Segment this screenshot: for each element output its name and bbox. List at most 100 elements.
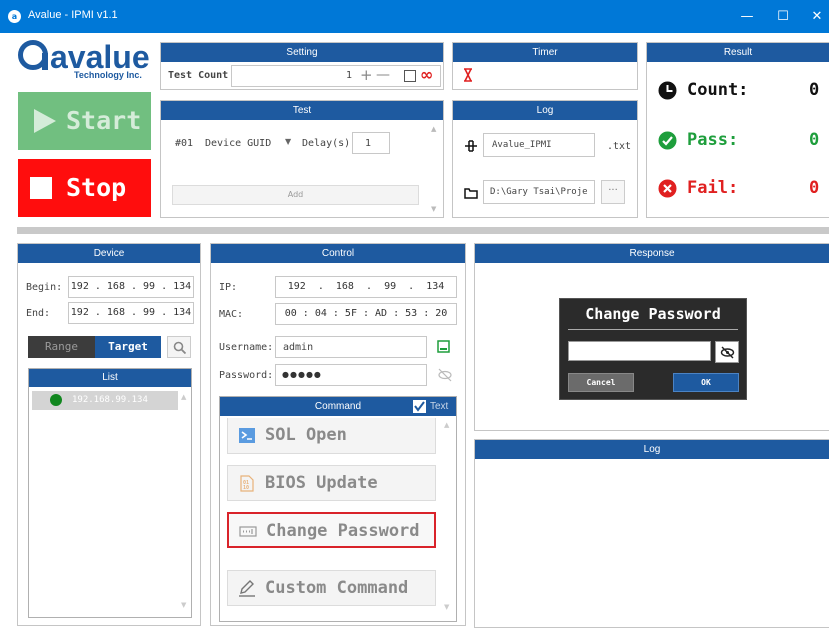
hourglass-icon (464, 68, 472, 82)
password-label: Password: (219, 370, 274, 381)
begin-ip-octet: 192 (70, 281, 89, 292)
username-input[interactable]: admin (275, 336, 427, 358)
begin-ip-input[interactable]: 192 . 168 . 99 . 134 (68, 276, 194, 298)
scroll-up-icon: ▲ (181, 393, 187, 401)
end-ip-input[interactable]: 192 . 168 . 99 . 134 (68, 302, 194, 324)
command-dropdown[interactable]: Device GUID ▼ (201, 132, 297, 154)
log-panel: Log (474, 439, 829, 628)
command-dropdown-value: Device GUID (205, 138, 272, 149)
scroll-down-icon: ▼ (444, 603, 450, 611)
search-button[interactable] (167, 336, 191, 358)
begin-ip-octet: 134 (173, 281, 192, 292)
ip-input[interactable]: 192 . 168 . 99 . 134 (275, 276, 457, 298)
dialog-password-input[interactable] (568, 341, 711, 361)
checkmark-icon (414, 401, 425, 412)
end-ip-octet: 168 (106, 307, 125, 318)
pass-value: 0 (809, 130, 820, 150)
clock-icon (658, 81, 677, 100)
mac-octet: 04 (314, 308, 327, 319)
ip-label: IP: (219, 282, 238, 293)
minimize-button[interactable]: — (729, 0, 765, 33)
eye-off-icon (720, 346, 735, 359)
list-item[interactable]: 192.168.99.134 (32, 391, 178, 410)
change-password-button[interactable]: Change Password (227, 512, 436, 548)
test-scrollbar[interactable]: ▲ ▼ (429, 121, 441, 217)
password-input[interactable]: ●●●●● (275, 364, 427, 386)
list-item-label: 192.168.99.134 (72, 395, 148, 405)
status-dot-icon (50, 394, 62, 406)
command-header: Command Text (220, 397, 456, 416)
infinity-icon: ∞ (420, 65, 434, 84)
username-value: admin (283, 342, 314, 353)
mac-label: MAC: (219, 309, 244, 320)
svg-text:10: 10 (243, 485, 249, 491)
password-icon (239, 526, 257, 537)
password-value: ●●●●● (282, 370, 322, 379)
mac-input[interactable]: 00 : 04 : 5F : AD : 53 : 20 (275, 303, 457, 325)
close-button[interactable]: ✕ (799, 0, 829, 33)
log-filename-value: Avalue_IPMI (492, 140, 552, 150)
target-toggle[interactable]: Target (95, 336, 161, 358)
increment-button[interactable]: + (360, 66, 373, 84)
chevron-down-icon: ▼ (285, 137, 292, 146)
browse-button[interactable]: ··· (601, 180, 625, 204)
custom-command-button[interactable]: Custom Command (227, 570, 436, 606)
fail-label: Fail: (687, 178, 739, 198)
text-checkbox-label: Text (430, 401, 449, 412)
ip-octet: 134 (426, 281, 445, 292)
add-button[interactable]: Add (172, 185, 419, 205)
command-header-label: Command (314, 401, 362, 412)
eye-off-icon[interactable] (437, 368, 453, 382)
start-label: Start (66, 106, 142, 135)
dialog-eye-button[interactable] (715, 341, 739, 363)
x-circle-icon (658, 179, 677, 198)
sol-open-label: SOL Open (265, 425, 347, 445)
delay-value: 1 (365, 138, 372, 149)
count-value: 0 (809, 80, 820, 100)
end-ip-octet: 99 (143, 307, 156, 318)
ip-octet: 192 (287, 281, 306, 292)
infinite-checkbox[interactable] (404, 70, 416, 82)
maximize-button[interactable]: ☐ (765, 0, 801, 33)
response-panel: Response Change Password Cancel OK (474, 243, 829, 431)
dialog-cancel-button[interactable]: Cancel (568, 373, 634, 392)
bios-update-label: BIOS Update (265, 473, 378, 493)
log-filename-input[interactable]: Avalue_IPMI (483, 133, 595, 157)
delay-input[interactable]: 1 (352, 132, 390, 154)
scroll-up-icon: ▲ (444, 421, 450, 429)
scroll-up-icon: ▲ (431, 125, 437, 133)
mac-octet: 53 (405, 308, 418, 319)
bios-update-button[interactable]: 01 10 BIOS Update (227, 465, 436, 501)
user-save-icon[interactable] (437, 340, 451, 354)
scroll-down-icon: ▼ (431, 205, 437, 213)
dialog-divider (568, 329, 738, 330)
check-circle-icon (658, 131, 677, 150)
test-panel: Test #01 Device GUID ▼ Delay(s) 1 Add ▲ … (160, 100, 444, 218)
pass-label: Pass: (687, 130, 739, 150)
test-count-label: Test Count (168, 70, 229, 81)
app-icon: a (8, 10, 21, 23)
sol-open-button[interactable]: SOL Open (227, 418, 436, 454)
log-settings-panel: Log Avalue_IPMI .txt D:\Gary Tsai\Proje … (452, 100, 638, 218)
window-title: Avalue - IPMI v1.1 (28, 9, 118, 21)
log-header: Log (475, 440, 829, 459)
log-path-input[interactable]: D:\Gary Tsai\Proje (483, 180, 595, 204)
terminal-icon (239, 428, 255, 443)
search-icon (173, 341, 186, 354)
dialog-ok-button[interactable]: OK (673, 373, 739, 392)
list-header: List (29, 369, 191, 387)
logo-icon (18, 40, 48, 70)
log-path-value: D:\Gary Tsai\Proje (490, 187, 588, 197)
stop-button[interactable]: Stop (18, 159, 151, 217)
text-checkbox[interactable] (413, 400, 426, 413)
change-password-dialog: Change Password Cancel OK (559, 298, 747, 400)
test-index: #01 (175, 138, 194, 149)
test-count-field[interactable]: 1 + — ∞ (231, 65, 441, 87)
decrement-button[interactable]: — (376, 67, 390, 83)
start-button[interactable]: Start (18, 92, 151, 150)
change-password-label: Change Password (266, 521, 420, 541)
mac-octet: AD (375, 308, 388, 319)
end-ip-octet: 134 (173, 307, 192, 318)
range-toggle[interactable]: Range (28, 336, 95, 358)
setting-header: Setting (161, 43, 443, 62)
